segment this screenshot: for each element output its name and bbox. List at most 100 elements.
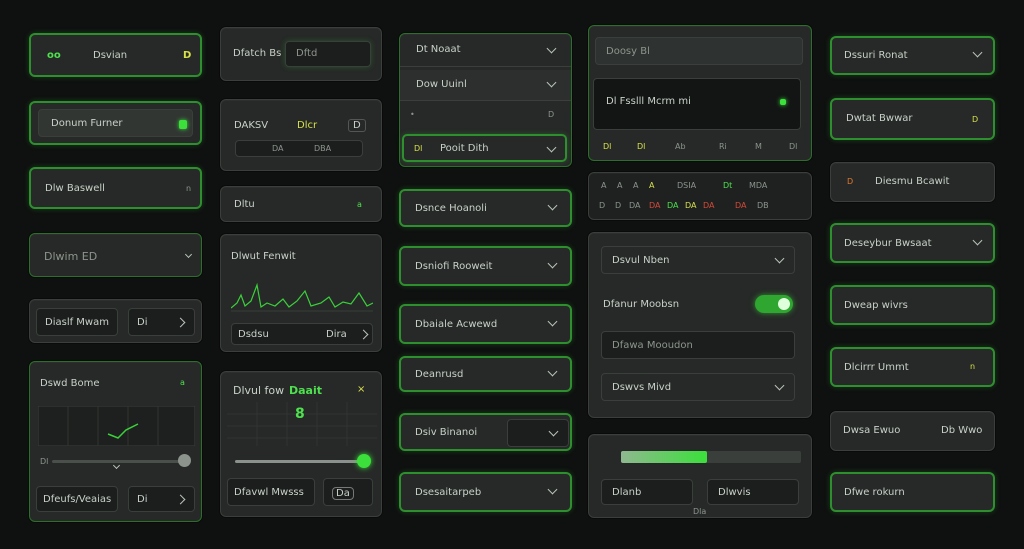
dropdown-c3-6[interactable]: Dsiv Binanoi: [399, 413, 572, 451]
card-c1-1[interactable]: oo Dsvian D: [29, 33, 202, 77]
card-c1-4[interactable]: Dlwim ED: [29, 233, 202, 277]
chevron-down-icon: [546, 77, 557, 88]
button-label: Donum Furner: [51, 118, 123, 129]
card-c5-2[interactable]: Dwtat Bwwar D: [830, 98, 995, 140]
card-c1-3[interactable]: Dlw Baswell n: [29, 167, 202, 209]
button-field[interactable]: Donum Furner: [38, 109, 193, 137]
dropdown-c3-4[interactable]: Dbaiale Acwewd: [399, 304, 572, 344]
card-label: Dltu: [234, 199, 255, 210]
toggle-box[interactable]: D: [348, 119, 366, 132]
left-button[interactable]: Dlanb: [601, 479, 693, 505]
glyph: A: [633, 181, 639, 190]
card-c2-3[interactable]: Dltu a: [220, 186, 382, 222]
link-icon: oo: [47, 50, 61, 61]
select-field[interactable]: Dsvul Nben: [601, 246, 795, 274]
menu-row[interactable]: Dow Uuinl: [400, 70, 571, 101]
card-c1-6: Dswd Bome a Dl Dfeufs/Veaias Di: [29, 361, 202, 522]
glyph: D: [615, 201, 622, 210]
badge: D: [847, 177, 854, 186]
toggle-icon[interactable]: Dlcr: [297, 120, 317, 131]
glyph: A: [601, 181, 607, 190]
tab-5[interactable]: Dl: [789, 142, 797, 151]
field-label: Dfatch Bs: [233, 48, 282, 59]
toggle-switch[interactable]: [755, 295, 793, 313]
dropdown-label: Dsesaitarpeb: [415, 487, 482, 498]
dropdown-c3-2[interactable]: Dsnce Hoanoli: [399, 189, 572, 227]
card-value: Db Wwo: [941, 425, 983, 436]
footer-bar[interactable]: Dsdsu Dira: [231, 323, 373, 345]
slider-handle[interactable]: [178, 454, 191, 467]
chevron-down-icon: [774, 253, 785, 264]
card-c5-8[interactable]: Dfwe rokurn: [830, 472, 995, 512]
header-field[interactable]: Doosy Bl: [595, 37, 803, 65]
status-icon: D: [183, 50, 192, 61]
left-button[interactable]: Dfeufs/Veaias: [36, 486, 118, 512]
tab-2[interactable]: DBA: [314, 144, 331, 153]
list-panel[interactable]: Dl Fsslll Mcrm mi: [593, 78, 801, 130]
footer-left: Dsdsu: [238, 329, 269, 340]
dropdown-c5-1[interactable]: Dssuri Ronat: [830, 36, 995, 75]
menu-row[interactable]: Dt Noaat: [400, 34, 571, 67]
left-button[interactable]: Dfavwl Mwsss: [227, 478, 315, 506]
card-label: Dwsa Ewuo: [843, 425, 901, 436]
dropdown-label: Dsnce Hoanoli: [415, 203, 487, 214]
badge: a: [180, 378, 185, 387]
left-button[interactable]: Diaslf Mwam: [36, 308, 118, 336]
tab-3[interactable]: Ri: [719, 142, 727, 151]
card-c5-3[interactable]: D Diesmu Bcawit: [830, 162, 995, 202]
card-label: Dweap wivrs: [844, 300, 908, 311]
menu-row-active[interactable]: Dl Pooit Dith: [402, 134, 567, 162]
sparkline-chart: [231, 282, 373, 312]
dropdown-c3-5[interactable]: Deanrusd: [399, 356, 572, 392]
glyph: DA: [629, 201, 641, 210]
badge: D: [972, 115, 979, 124]
tab-4[interactable]: M: [755, 142, 762, 151]
tab-2[interactable]: Ab: [675, 142, 686, 151]
tab-0[interactable]: Dl: [603, 142, 611, 151]
footer-right: Dira: [326, 329, 347, 340]
card-c4-1: Doosy Bl Dl Fsslll Mcrm mi Dl Dl Ab Ri M…: [588, 25, 812, 161]
right-button[interactable]: Da: [323, 478, 373, 506]
slider-track[interactable]: [235, 460, 365, 463]
card-c3-1: Dt Noaat Dow Uuinl • D Dl Pooit Dith: [399, 33, 572, 167]
tab-1[interactable]: Dl: [637, 142, 645, 151]
footer-text: Dla: [693, 507, 707, 516]
menu-row-icon: •: [410, 110, 415, 119]
card-c1-2[interactable]: Donum Furner: [29, 101, 202, 145]
menu-row[interactable]: • D: [400, 102, 571, 128]
dropdown-toggle[interactable]: [507, 419, 569, 447]
select-field[interactable]: Dswvs Mivd: [601, 373, 795, 401]
card-c1-5[interactable]: Diaslf Mwam Di: [29, 299, 202, 343]
card-c4-3: Dsvul Nben Dfanur Moobsn Dfawa Mooudon D…: [588, 232, 812, 418]
card-c5-6[interactable]: Dlcirrr Ummt n: [830, 347, 995, 387]
slider-handle[interactable]: [357, 454, 371, 468]
button-label: Da: [332, 487, 354, 500]
next-button[interactable]: Di: [128, 486, 195, 512]
glyph: D: [599, 201, 606, 210]
slider-value: Dl: [40, 457, 49, 466]
chevron-down-icon: [547, 366, 558, 377]
card-c5-5[interactable]: Dweap wivrs: [830, 285, 995, 325]
dropdown-label: Dssuri Ronat: [844, 50, 908, 61]
next-button[interactable]: Di: [128, 308, 195, 336]
select-value: Dsvul Nben: [612, 255, 670, 266]
dropdown-c3-3[interactable]: Dsniofi Rooweit: [399, 246, 572, 286]
card-label: Dlcirrr Ummt: [844, 362, 909, 373]
tab-1[interactable]: DA: [272, 144, 284, 153]
menu-row-label: Dow Uuinl: [416, 79, 467, 90]
dropdown-c5-4[interactable]: Deseybur Bwsaat: [830, 223, 995, 263]
card-c5-7[interactable]: Dwsa Ewuo Db Wwo: [830, 411, 995, 451]
search-input[interactable]: Dftd: [285, 41, 371, 67]
button-label: Dlwvis: [718, 487, 751, 498]
button-label: Dfeufs/Veaias: [43, 494, 112, 505]
glyph: DB: [757, 201, 769, 210]
card-label: Dlw Baswell: [45, 183, 105, 194]
chevron-down-icon: [546, 142, 557, 153]
right-button[interactable]: Dlwvis: [707, 479, 799, 505]
chevron-down-icon: [547, 316, 558, 327]
text-input[interactable]: Dfawa Mooudon: [601, 331, 795, 359]
close-icon[interactable]: ×: [357, 384, 365, 395]
button-label: Di: [137, 317, 148, 328]
dropdown-c3-7[interactable]: Dsesaitarpeb: [399, 472, 572, 512]
status-led-icon: [780, 99, 786, 105]
